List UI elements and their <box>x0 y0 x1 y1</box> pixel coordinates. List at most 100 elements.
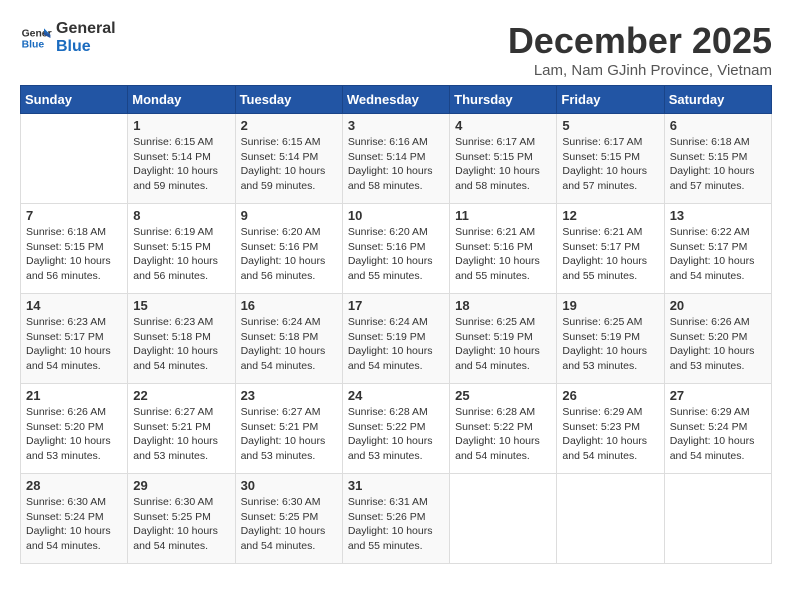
day-info: Sunrise: 6:20 AM Sunset: 5:16 PM Dayligh… <box>241 225 337 284</box>
day-info: Sunrise: 6:26 AM Sunset: 5:20 PM Dayligh… <box>670 315 766 374</box>
calendar-subtitle: Lam, Nam GJinh Province, Vietnam <box>508 62 772 79</box>
logo-line1: General <box>56 20 116 38</box>
day-info: Sunrise: 6:26 AM Sunset: 5:20 PM Dayligh… <box>26 405 122 464</box>
calendar-cell <box>557 474 664 564</box>
day-info: Sunrise: 6:24 AM Sunset: 5:19 PM Dayligh… <box>348 315 444 374</box>
calendar-cell: 10 Sunrise: 6:20 AM Sunset: 5:16 PM Dayli… <box>342 204 449 294</box>
calendar-cell: 5 Sunrise: 6:17 AM Sunset: 5:15 PM Daylig… <box>557 114 664 204</box>
day-number: 17 <box>348 298 444 313</box>
calendar-cell: 24 Sunrise: 6:28 AM Sunset: 5:22 PM Dayli… <box>342 384 449 474</box>
day-info: Sunrise: 6:25 AM Sunset: 5:19 PM Dayligh… <box>562 315 658 374</box>
day-info: Sunrise: 6:20 AM Sunset: 5:16 PM Dayligh… <box>348 225 444 284</box>
day-info: Sunrise: 6:30 AM Sunset: 5:25 PM Dayligh… <box>241 495 337 554</box>
calendar-cell: 12 Sunrise: 6:21 AM Sunset: 5:17 PM Dayli… <box>557 204 664 294</box>
calendar-cell: 2 Sunrise: 6:15 AM Sunset: 5:14 PM Daylig… <box>235 114 342 204</box>
calendar-cell: 7Sunrise: 6:18 AM Sunset: 5:15 PM Daylig… <box>21 204 128 294</box>
calendar-week-row: 14 Sunrise: 6:23 AM Sunset: 5:17 PM Dayli… <box>21 294 772 384</box>
day-number: 27 <box>670 388 766 403</box>
logo-icon: General Blue <box>20 22 52 54</box>
day-number: 14 <box>26 298 122 313</box>
day-number: 26 <box>562 388 658 403</box>
weekday-header-row: SundayMondayTuesdayWednesdayThursdayFrid… <box>21 86 772 114</box>
day-number: 5 <box>562 118 658 133</box>
weekday-header-monday: Monday <box>128 86 235 114</box>
calendar-cell <box>664 474 771 564</box>
day-number: 11 <box>455 208 551 223</box>
day-info: Sunrise: 6:27 AM Sunset: 5:21 PM Dayligh… <box>241 405 337 464</box>
calendar-cell: 19 Sunrise: 6:25 AM Sunset: 5:19 PM Dayli… <box>557 294 664 384</box>
calendar-cell <box>21 114 128 204</box>
day-number: 16 <box>241 298 337 313</box>
day-info: Sunrise: 6:23 AM Sunset: 5:17 PM Dayligh… <box>26 315 122 374</box>
calendar-cell: 25 Sunrise: 6:28 AM Sunset: 5:22 PM Dayli… <box>450 384 557 474</box>
calendar-cell: 30 Sunrise: 6:30 AM Sunset: 5:25 PM Dayli… <box>235 474 342 564</box>
calendar-cell: 28Sunrise: 6:30 AM Sunset: 5:24 PM Dayli… <box>21 474 128 564</box>
day-number: 20 <box>670 298 766 313</box>
calendar-cell: 11 Sunrise: 6:21 AM Sunset: 5:16 PM Dayli… <box>450 204 557 294</box>
calendar-cell: 27 Sunrise: 6:29 AM Sunset: 5:24 PM Dayli… <box>664 384 771 474</box>
svg-text:Blue: Blue <box>22 39 45 50</box>
day-info: Sunrise: 6:15 AM Sunset: 5:14 PM Dayligh… <box>133 135 229 194</box>
day-number: 19 <box>562 298 658 313</box>
day-info: Sunrise: 6:23 AM Sunset: 5:18 PM Dayligh… <box>133 315 229 374</box>
day-number: 29 <box>133 478 229 493</box>
day-number: 30 <box>241 478 337 493</box>
day-number: 25 <box>455 388 551 403</box>
day-info: Sunrise: 6:25 AM Sunset: 5:19 PM Dayligh… <box>455 315 551 374</box>
calendar-cell: 16 Sunrise: 6:24 AM Sunset: 5:18 PM Dayli… <box>235 294 342 384</box>
weekday-header-saturday: Saturday <box>664 86 771 114</box>
day-info: Sunrise: 6:18 AM Sunset: 5:15 PM Dayligh… <box>670 135 766 194</box>
day-number: 24 <box>348 388 444 403</box>
day-number: 23 <box>241 388 337 403</box>
day-number: 15 <box>133 298 229 313</box>
weekday-header-friday: Friday <box>557 86 664 114</box>
day-info: Sunrise: 6:19 AM Sunset: 5:15 PM Dayligh… <box>133 225 229 284</box>
day-info: Sunrise: 6:18 AM Sunset: 5:15 PM Dayligh… <box>26 225 122 284</box>
day-info: Sunrise: 6:17 AM Sunset: 5:15 PM Dayligh… <box>455 135 551 194</box>
calendar-cell: 21 Sunrise: 6:26 AM Sunset: 5:20 PM Dayli… <box>21 384 128 474</box>
day-info: Sunrise: 6:29 AM Sunset: 5:23 PM Dayligh… <box>562 405 658 464</box>
day-number: 18 <box>455 298 551 313</box>
day-info: Sunrise: 6:22 AM Sunset: 5:17 PM Dayligh… <box>670 225 766 284</box>
calendar-cell: 14 Sunrise: 6:23 AM Sunset: 5:17 PM Dayli… <box>21 294 128 384</box>
weekday-header-sunday: Sunday <box>21 86 128 114</box>
day-info: Sunrise: 6:17 AM Sunset: 5:15 PM Dayligh… <box>562 135 658 194</box>
day-info: Sunrise: 6:28 AM Sunset: 5:22 PM Dayligh… <box>348 405 444 464</box>
calendar-table: SundayMondayTuesdayWednesdayThursdayFrid… <box>20 85 772 564</box>
calendar-week-row: 7Sunrise: 6:18 AM Sunset: 5:15 PM Daylig… <box>21 204 772 294</box>
calendar-cell: 26 Sunrise: 6:29 AM Sunset: 5:23 PM Dayli… <box>557 384 664 474</box>
page-header: General Blue GeneralBlue December 2025 L… <box>20 20 772 79</box>
day-number: 12 <box>562 208 658 223</box>
weekday-header-tuesday: Tuesday <box>235 86 342 114</box>
day-info: Sunrise: 6:15 AM Sunset: 5:14 PM Dayligh… <box>241 135 337 194</box>
day-info: Sunrise: 6:28 AM Sunset: 5:22 PM Dayligh… <box>455 405 551 464</box>
day-number: 21 <box>26 388 122 403</box>
calendar-cell <box>450 474 557 564</box>
day-info: Sunrise: 6:24 AM Sunset: 5:18 PM Dayligh… <box>241 315 337 374</box>
day-number: 9 <box>241 208 337 223</box>
day-info: Sunrise: 6:30 AM Sunset: 5:25 PM Dayligh… <box>133 495 229 554</box>
day-info: Sunrise: 6:21 AM Sunset: 5:17 PM Dayligh… <box>562 225 658 284</box>
calendar-title: December 2025 <box>508 20 772 62</box>
day-number: 6 <box>670 118 766 133</box>
calendar-cell: 9 Sunrise: 6:20 AM Sunset: 5:16 PM Daylig… <box>235 204 342 294</box>
calendar-cell: 23 Sunrise: 6:27 AM Sunset: 5:21 PM Dayli… <box>235 384 342 474</box>
day-number: 2 <box>241 118 337 133</box>
day-info: Sunrise: 6:21 AM Sunset: 5:16 PM Dayligh… <box>455 225 551 284</box>
calendar-week-row: 1 Sunrise: 6:15 AM Sunset: 5:14 PM Daylig… <box>21 114 772 204</box>
day-info: Sunrise: 6:31 AM Sunset: 5:26 PM Dayligh… <box>348 495 444 554</box>
weekday-header-wednesday: Wednesday <box>342 86 449 114</box>
day-number: 22 <box>133 388 229 403</box>
day-number: 3 <box>348 118 444 133</box>
calendar-cell: 1 Sunrise: 6:15 AM Sunset: 5:14 PM Daylig… <box>128 114 235 204</box>
calendar-cell: 18 Sunrise: 6:25 AM Sunset: 5:19 PM Dayli… <box>450 294 557 384</box>
calendar-cell: 6 Sunrise: 6:18 AM Sunset: 5:15 PM Daylig… <box>664 114 771 204</box>
day-number: 1 <box>133 118 229 133</box>
calendar-week-row: 21 Sunrise: 6:26 AM Sunset: 5:20 PM Dayli… <box>21 384 772 474</box>
day-info: Sunrise: 6:29 AM Sunset: 5:24 PM Dayligh… <box>670 405 766 464</box>
day-number: 10 <box>348 208 444 223</box>
calendar-cell: 22Sunrise: 6:27 AM Sunset: 5:21 PM Dayli… <box>128 384 235 474</box>
calendar-cell: 4Sunrise: 6:17 AM Sunset: 5:15 PM Daylig… <box>450 114 557 204</box>
logo-line2: Blue <box>56 38 116 56</box>
calendar-cell: 8Sunrise: 6:19 AM Sunset: 5:15 PM Daylig… <box>128 204 235 294</box>
